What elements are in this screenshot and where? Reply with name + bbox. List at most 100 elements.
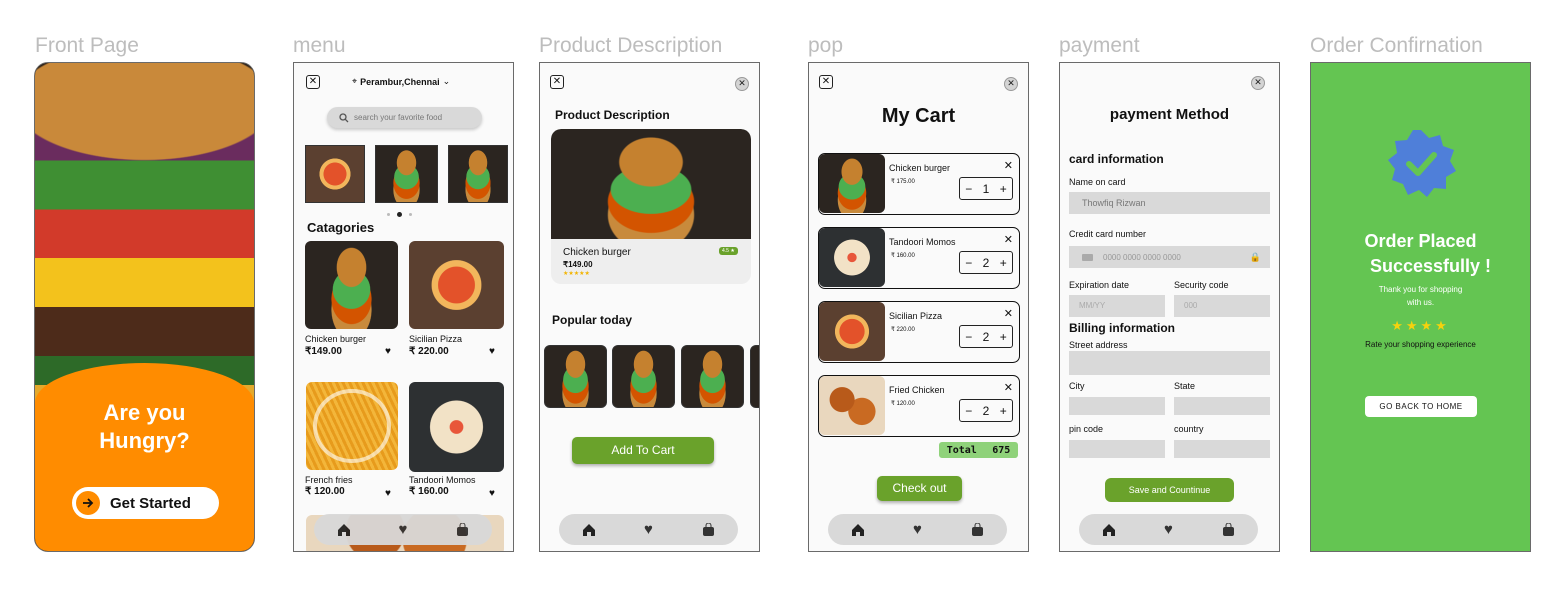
cart-screen: ✕ ✕ My Cart Chicken burger ₹ 175.00 ✕ − … [808,62,1029,552]
item-price: ₹ 120.00 [305,486,345,497]
get-started-label: Get Started [110,494,191,512]
heart-icon[interactable]: ♥ [489,346,495,357]
star-rating: ★★★★★ [563,271,590,277]
cart-item-price: ₹ 175.00 [891,179,915,185]
pin-code-label: pin code [1069,424,1104,434]
close-icon[interactable]: ✕ [735,77,749,91]
bottom-nav: ♥ [314,514,492,545]
popular-item[interactable] [681,345,744,408]
frame-label-menu: menu [293,34,346,57]
item-name: Chicken burger [305,334,367,344]
rating-badge: 4.5 ★ [719,247,738,255]
city-field[interactable] [1069,397,1165,415]
street-field[interactable] [1069,351,1270,375]
state-field[interactable] [1174,397,1270,415]
quantity-value: 2 [982,403,990,418]
heart-icon[interactable]: ♥ [385,346,391,357]
menu-screen: ✕ ⌖ Perambur,Chennai ⌄ search your favor… [293,62,514,552]
card-icon [1082,253,1093,261]
remove-icon[interactable]: ✕ [1004,307,1013,320]
bag-icon[interactable] [697,519,719,541]
carousel-burger[interactable] [375,145,438,203]
cart-item[interactable]: Tandoori Momos ₹ 160.00 ✕ − 2 + [818,227,1020,289]
cart-item-price: ₹ 160.00 [891,253,915,259]
popular-item[interactable] [544,345,607,408]
popular-title: Popular today [552,313,633,327]
country-field[interactable] [1174,440,1270,458]
popular-item[interactable] [750,345,759,408]
heart-icon[interactable]: ♥ [906,519,928,541]
headline-line1: Are you [103,400,186,425]
heart-icon[interactable]: ♥ [1157,519,1179,541]
bag-icon[interactable] [966,519,988,541]
location-selector[interactable]: ⌖ Perambur,Chennai ⌄ [352,76,450,87]
heart-icon[interactable]: ♥ [489,488,495,499]
billing-heading: Billing information [1069,321,1175,335]
quantity-stepper[interactable]: − 1 + [959,177,1013,200]
cart-item-name: Sicilian Pizza [889,311,943,321]
plus-icon[interactable]: + [1000,182,1007,196]
close-icon[interactable]: ✕ [1004,77,1018,91]
quantity-stepper[interactable]: − 2 + [959,325,1013,348]
cart-item[interactable]: Sicilian Pizza ₹ 220.00 ✕ − 2 + [818,301,1020,363]
add-to-cart-button[interactable]: Add To Cart [572,437,714,464]
minus-icon[interactable]: − [965,256,972,270]
card-number-field[interactable]: 0000 0000 0000 0000 🔒 [1069,246,1270,268]
pin-code-field[interactable] [1069,440,1165,458]
popular-item[interactable] [612,345,675,408]
thanks-line2: with us. [1406,298,1435,307]
go-back-home-button[interactable]: GO BACK TO HOME [1365,396,1477,417]
quantity-stepper[interactable]: − 2 + [959,399,1013,422]
search-input[interactable]: search your favorite food [327,107,482,128]
carousel-burger-2[interactable] [448,145,508,203]
checkout-button[interactable]: Check out [877,476,962,501]
total-label: Total [946,444,977,456]
get-started-button[interactable]: Get Started [72,487,219,519]
remove-icon[interactable]: ✕ [1004,381,1013,394]
item-image-pizza[interactable] [409,241,504,329]
arrow-right-icon [76,491,100,515]
remove-icon[interactable]: ✕ [1004,233,1013,246]
save-continue-button[interactable]: Save and Countinue [1105,478,1234,502]
home-icon[interactable] [333,519,355,541]
chevron-down-icon: ⌄ [442,76,451,86]
rating-stars[interactable]: ★★★★ [1311,318,1530,334]
minus-icon[interactable]: − [965,182,972,196]
quantity-value: 1 [982,181,990,196]
expiration-field[interactable]: MM/YY [1069,295,1165,317]
state-label: State [1174,381,1196,391]
cart-item[interactable]: Fried Chicken ₹ 120.00 ✕ − 2 + [818,375,1020,437]
item-image-burger[interactable] [305,241,398,329]
search-icon [339,112,349,122]
item-image-momos[interactable] [409,382,504,472]
cart-item-price: ₹ 220.00 [891,327,915,333]
product-card[interactable]: Chicken burger ₹149.00 ★★★★★ 4.5 ★ [551,129,751,284]
headline: Are you Hungry? [35,399,254,455]
bag-icon[interactable] [1217,519,1239,541]
home-icon[interactable] [1098,519,1120,541]
minus-icon[interactable]: − [965,404,972,418]
home-icon[interactable] [578,519,600,541]
name-on-card-field[interactable]: Thowfiq Rizwan [1069,192,1270,214]
plus-icon[interactable]: + [1000,404,1007,418]
minus-icon[interactable]: − [965,330,972,344]
cart-item-image [819,302,885,361]
cart-item-name: Fried Chicken [889,385,945,395]
heart-icon[interactable]: ♥ [637,519,659,541]
frame-label-payment: payment [1059,34,1140,57]
item-price: ₹ 160.00 [409,486,449,497]
quantity-stepper[interactable]: − 2 + [959,251,1013,274]
close-icon[interactable]: ✕ [1251,76,1265,90]
cart-item[interactable]: Chicken burger ₹ 175.00 ✕ − 1 + [818,153,1020,215]
card-number-placeholder: 0000 0000 0000 0000 [1103,252,1181,262]
carousel-pizza[interactable] [305,145,365,203]
remove-icon[interactable]: ✕ [1004,159,1013,172]
item-image-fries[interactable] [306,382,398,470]
heart-icon[interactable]: ♥ [392,519,414,541]
heart-icon[interactable]: ♥ [385,488,391,499]
home-icon[interactable] [847,519,869,541]
bag-icon[interactable] [451,519,473,541]
plus-icon[interactable]: + [1000,330,1007,344]
security-code-field[interactable]: 000 [1174,295,1270,317]
plus-icon[interactable]: + [1000,256,1007,270]
